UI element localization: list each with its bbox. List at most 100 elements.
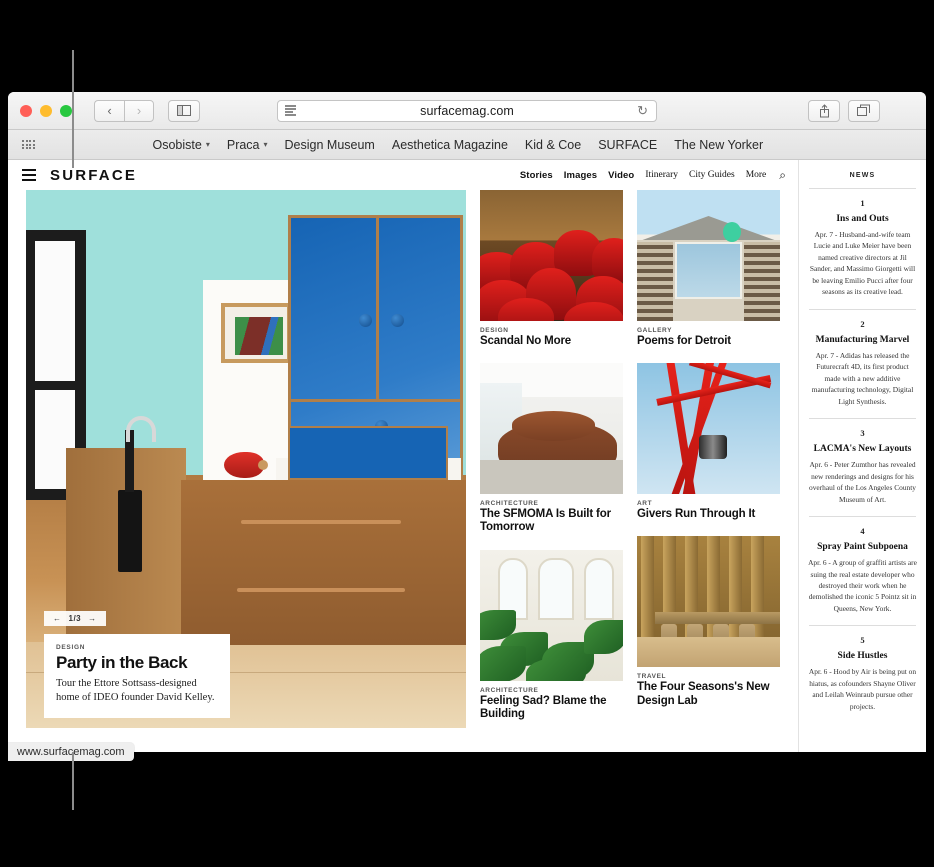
window-controls <box>8 104 72 117</box>
article-thumbnail-sculpture <box>637 363 780 495</box>
browser-toolbar: ‹ › surfacemag.com ↻ <box>8 92 926 160</box>
hero-blue-panel <box>288 426 448 480</box>
navigation-buttons: ‹ › <box>94 99 154 122</box>
favorite-label: Osobiste <box>152 137 202 152</box>
favorite-item[interactable]: Osobiste ▾ <box>153 138 210 152</box>
news-item-number: 5 <box>860 635 865 646</box>
hero-red-figurine <box>224 452 268 478</box>
safari-window: ‹ › surfacemag.com ↻ Osobiste ▾ Praca ▾ … <box>8 92 926 752</box>
news-item[interactable]: 2 Manufacturing Marvel Apr. 7 - Adidas has… <box>799 310 926 418</box>
maximize-window-button[interactable] <box>60 104 72 117</box>
forward-button[interactable]: › <box>124 99 154 122</box>
hero-title: Party in the Back <box>56 652 188 672</box>
card-headline: Scandal No More <box>480 335 572 347</box>
hero-caption[interactable]: DESIGN Party in the Back Tour the Ettore… <box>44 633 230 718</box>
favorite-label: The New Yorker <box>674 137 764 152</box>
address-bar[interactable]: surfacemag.com ↻ <box>277 99 657 122</box>
favorites-items: Osobiste ▾ Praca ▾ Design Museum Aesthetica M… <box>153 138 764 152</box>
share-button[interactable] <box>808 99 840 122</box>
article-column-left: DESIGN Scandal No More ARCHITECTURE The … <box>480 190 623 728</box>
favorite-label: Aesthetica Magazine <box>391 137 508 152</box>
card-kicker: ARCHITECTURE <box>480 686 539 694</box>
site-header: SURFACE Stories Images Video Itinerary City … <box>8 160 798 190</box>
favorite-label: Kid & Coe <box>524 137 582 152</box>
page-main-content: SURFACE Stories Images Video Itinerary City … <box>8 160 798 752</box>
article-thumbnail-bar <box>637 536 780 668</box>
favorite-item[interactable]: Design Museum <box>285 138 375 152</box>
news-item[interactable]: 4 Spray Paint Subpoena Apr. 6 - A group of… <box>799 517 926 625</box>
chevron-down-icon: ▾ <box>205 140 210 149</box>
news-item-body: Apr. 7 - Husband-and-wife team Lucie and… <box>809 230 916 297</box>
sidebar-icon <box>177 105 191 116</box>
callout-line-top <box>72 50 74 168</box>
news-sidebar: NEWS 1 Ins and Outs Apr. 7 - Husband-and-w… <box>798 160 926 752</box>
article-column-right: GALLERY Poems for Detroit ART Givers Run… <box>637 190 780 728</box>
hero-umbrella-stand <box>118 416 156 572</box>
favorite-item[interactable]: SURFACE <box>598 138 657 152</box>
news-item-title: LACMA's New Layouts <box>813 444 912 455</box>
news-item-title: Manufacturing Marvel <box>815 334 910 345</box>
card-headline: The SFMOMA Is Built for Tomorrow <box>480 508 611 534</box>
site-nav-item[interactable]: City Guides <box>689 170 735 180</box>
hero-next-arrow[interactable]: → <box>88 614 97 623</box>
article-card[interactable]: GALLERY Poems for Detroit <box>637 190 780 348</box>
show-all-bookmarks-icon[interactable] <box>22 140 35 149</box>
article-card[interactable]: TRAVEL The Four Seasons's New Design Lab <box>637 536 780 707</box>
article-thumbnail-house <box>637 190 780 321</box>
news-item-body: Apr. 6 - A group of graffiti artists are… <box>808 558 917 613</box>
share-icon <box>819 103 829 117</box>
card-kicker: TRAVEL <box>637 673 667 681</box>
news-item-number: 3 <box>860 428 865 439</box>
card-headline: The Four Seasons's New Design Lab <box>637 681 770 707</box>
chevron-down-icon: ▾ <box>263 140 268 149</box>
close-window-button[interactable] <box>20 104 32 117</box>
card-kicker: GALLERY <box>637 327 673 334</box>
favorite-item[interactable]: The New Yorker <box>674 138 763 152</box>
menu-icon[interactable] <box>22 169 36 181</box>
hero-article[interactable]: ← 1/3 → DESIGN Party in the Back Tour th… <box>26 190 466 728</box>
news-item[interactable]: 5 Side Hustles Apr. 6 - Hood by Air is bei… <box>799 626 926 723</box>
hero-pagination[interactable]: ← 1/3 → <box>44 611 106 626</box>
news-section-label: NEWS <box>849 172 876 179</box>
news-item[interactable]: 3 LACMA's New Layouts Apr. 6 - Peter Zumth… <box>799 419 926 516</box>
article-thumbnail-seats <box>480 190 623 321</box>
article-card[interactable]: ARCHITECTURE Feeling Sad? Blame the Buil… <box>480 549 623 721</box>
article-card[interactable]: ART Givers Run Through It <box>637 363 780 521</box>
article-card[interactable]: DESIGN Scandal No More <box>480 190 623 348</box>
site-nav-item[interactable]: Stories <box>520 170 553 181</box>
favorites-bar: Osobiste ▾ Praca ▾ Design Museum Aesthetica M… <box>8 130 926 160</box>
site-nav-item[interactable]: More <box>746 170 767 180</box>
minimize-window-button[interactable] <box>40 104 52 117</box>
card-headline: Givers Run Through It <box>637 508 756 521</box>
article-card[interactable]: ARCHITECTURE The SFMOMA Is Built for Tom… <box>480 363 623 534</box>
news-item-number: 1 <box>860 198 865 208</box>
reload-icon[interactable]: ↻ <box>637 103 648 119</box>
screenshot-stage: ‹ › surfacemag.com ↻ Osobiste ▾ Praca ▾ … <box>0 0 934 867</box>
sidebar-toggle-button[interactable] <box>168 99 200 122</box>
site-nav-item[interactable]: Itinerary <box>645 170 678 180</box>
search-icon[interactable]: ⌕ <box>779 168 786 183</box>
article-thumbnail-plants <box>480 549 623 681</box>
news-item-body: Apr. 7 - Adidas has released the Futurec… <box>811 350 914 406</box>
tabs-icon <box>857 104 870 116</box>
tabs-overview-button[interactable] <box>848 99 880 122</box>
favorite-item[interactable]: Aesthetica Magazine <box>392 138 508 152</box>
news-item-number: 2 <box>860 318 865 329</box>
favorite-item[interactable]: Kid & Coe <box>525 138 581 152</box>
news-item[interactable]: 1 Ins and Outs Apr. 7 - Husband-and-wife t… <box>799 189 926 309</box>
site-logo[interactable]: SURFACE <box>50 167 137 184</box>
reader-view-icon[interactable] <box>285 105 296 116</box>
site-nav-item[interactable]: Video <box>608 170 634 181</box>
back-button[interactable]: ‹ <box>94 99 124 122</box>
site-navigation: Stories Images Video Itinerary City Guides Mo… <box>520 168 786 183</box>
news-item-body: Apr. 6 - Peter Zumthor has revealed new … <box>809 460 916 504</box>
hero-page-indicator: 1/3 <box>68 614 82 623</box>
site-nav-item[interactable]: Images <box>564 170 597 181</box>
toolbar-right-buttons <box>808 99 880 122</box>
hero-prev-arrow[interactable]: ← <box>53 614 62 623</box>
card-kicker: DESIGN <box>480 327 509 334</box>
card-kicker: ARCHITECTURE <box>480 500 539 508</box>
news-item-title: Spray Paint Subpoena <box>817 542 908 553</box>
favorite-item[interactable]: Praca ▾ <box>227 138 268 152</box>
favorite-label: Design Museum <box>284 137 375 152</box>
